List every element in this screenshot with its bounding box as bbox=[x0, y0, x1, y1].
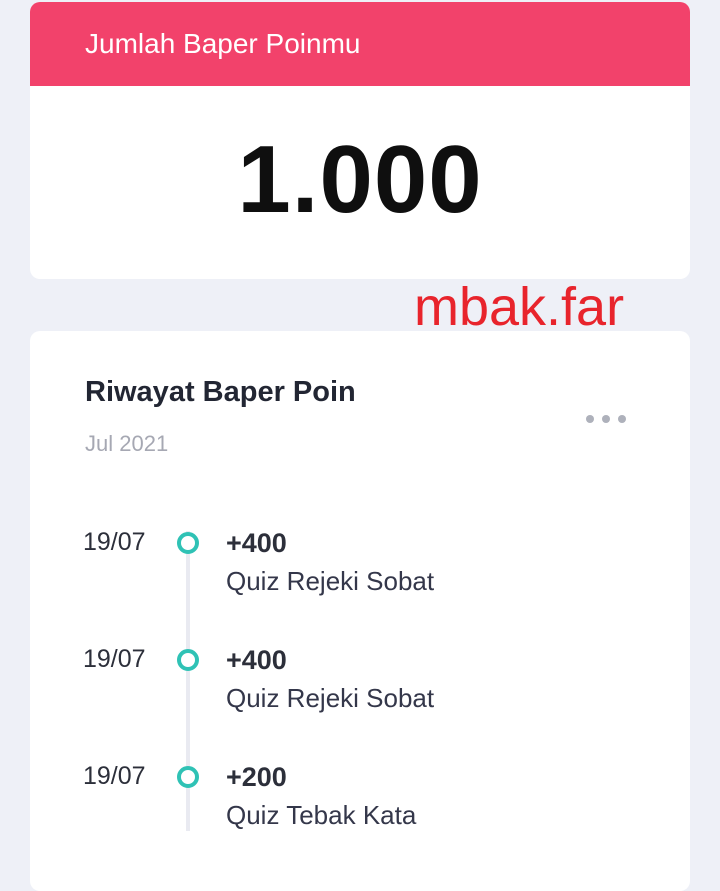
history-title: Riwayat Baper Poin bbox=[85, 376, 356, 408]
entry-description: Quiz Rejeki Sobat bbox=[226, 683, 435, 713]
timeline-entry: 19/07 +400 Quiz Rejeki Sobat bbox=[30, 528, 690, 618]
history-card: Riwayat Baper Poin Jul 2021 19/07 +400 Q… bbox=[30, 331, 690, 891]
more-options-icon[interactable] bbox=[586, 408, 626, 430]
watermark: mbak.far bbox=[414, 277, 625, 337]
points-total: 1.000 bbox=[237, 125, 483, 233]
entry-date: 19/07 bbox=[83, 762, 146, 790]
timeline-dot-icon bbox=[177, 532, 199, 554]
entry-points: +200 bbox=[226, 762, 287, 792]
history-month: Jul 2021 bbox=[85, 431, 169, 456]
points-card-header: Jumlah Baper Poinmu bbox=[30, 2, 690, 86]
timeline-entry: 19/07 +200 Quiz Tebak Kata bbox=[30, 762, 690, 852]
entry-description: Quiz Tebak Kata bbox=[226, 800, 417, 830]
entry-date: 19/07 bbox=[83, 528, 146, 556]
timeline-entry: 19/07 +400 Quiz Rejeki Sobat bbox=[30, 645, 690, 735]
entry-points: +400 bbox=[226, 528, 287, 558]
entry-date: 19/07 bbox=[83, 645, 146, 673]
points-card: Jumlah Baper Poinmu 1.000 bbox=[30, 2, 690, 279]
entry-description: Quiz Rejeki Sobat bbox=[226, 566, 435, 596]
timeline-dot-icon bbox=[177, 649, 199, 671]
entry-points: +400 bbox=[226, 645, 287, 675]
points-card-title: Jumlah Baper Poinmu bbox=[85, 28, 361, 59]
timeline-dot-icon bbox=[177, 766, 199, 788]
